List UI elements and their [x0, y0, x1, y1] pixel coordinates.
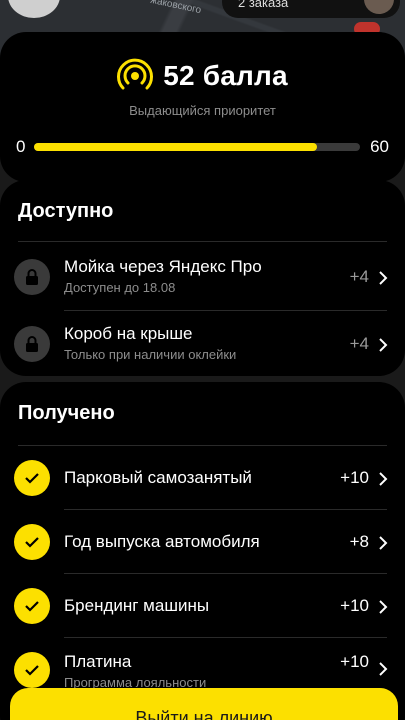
chevron-right-icon [379, 271, 388, 285]
list-item-title: Короб на крыше [64, 324, 193, 343]
list-item[interactable]: Парковый самозанятый +10 [0, 446, 405, 512]
priority-progress-bar [34, 143, 360, 151]
list-item[interactable]: Мойка через Яндекс Про Доступен до 18.08… [0, 244, 405, 310]
progress-min-label: 0 [16, 137, 26, 156]
divider [18, 241, 387, 242]
available-card: Доступно Мойка через Яндекс Про Доступен… [0, 180, 405, 376]
priority-score: 52 балла [163, 60, 288, 91]
list-item-points: +10 [340, 596, 369, 615]
chevron-right-icon [379, 338, 388, 352]
check-icon [14, 652, 50, 688]
list-item-title: Год выпуска автомобиля [64, 532, 260, 551]
list-item-subtitle: Доступен до 18.08 [64, 280, 176, 295]
priority-screen: жаковского 2 заказа 52 балла Выдающийся … [0, 0, 405, 720]
received-card: Получено Парковый самозанятый +10 Год вы… [0, 382, 405, 720]
priority-progress-fill [34, 143, 317, 151]
list-item-points: +8 [349, 532, 369, 551]
list-item[interactable]: Брендинг машины +10 [0, 574, 405, 640]
avatar [364, 0, 394, 14]
check-icon [14, 588, 50, 624]
section-title-available: Доступно [18, 200, 114, 222]
list-item-points: +4 [349, 334, 369, 353]
radio-waves-icon [117, 58, 154, 90]
list-item-title: Брендинг машины [64, 596, 210, 615]
check-icon [14, 524, 50, 560]
priority-level-label: Выдающийся приоритет [129, 103, 276, 118]
section-title-received: Получено [18, 402, 115, 424]
list-item[interactable]: Год выпуска автомобиля +8 [0, 510, 405, 576]
lock-icon [14, 259, 50, 295]
list-item-title: Мойка через Яндекс Про [64, 257, 262, 276]
orders-count-label: 2 заказа [238, 0, 289, 10]
go-online-button[interactable]: Выйти на линию [10, 688, 398, 720]
map-profile-button[interactable] [8, 0, 60, 18]
list-item-title: Платина [64, 652, 132, 671]
chevron-right-icon [379, 472, 388, 486]
list-item-points: +10 [340, 468, 369, 487]
map-street-label: жаковского [149, 0, 203, 17]
lock-icon [14, 326, 50, 362]
list-item-points: +4 [349, 267, 369, 286]
progress-max-label: 60 [370, 137, 389, 156]
orders-pill[interactable]: 2 заказа [222, 0, 400, 18]
list-item[interactable]: Короб на крыше Только при наличии оклейк… [0, 311, 405, 377]
check-icon [14, 460, 50, 496]
priority-score-row: 52 балла [0, 58, 405, 94]
chevron-right-icon [379, 536, 388, 550]
list-item-points: +10 [340, 652, 369, 671]
list-item-title: Парковый самозанятый [64, 468, 252, 487]
list-item-subtitle: Только при наличии оклейки [64, 347, 237, 362]
chevron-right-icon [379, 600, 388, 614]
chevron-right-icon [379, 662, 388, 676]
